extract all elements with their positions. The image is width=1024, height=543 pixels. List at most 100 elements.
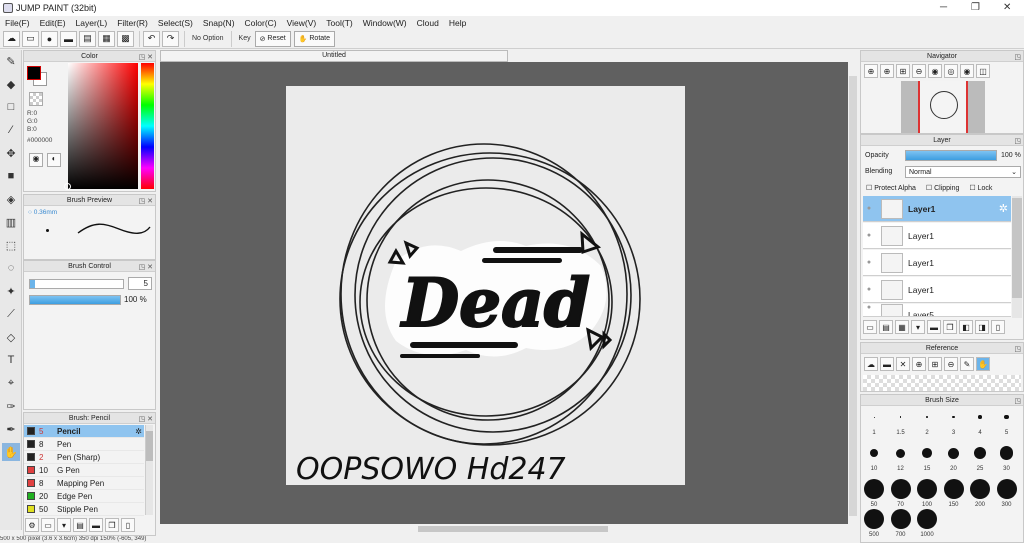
palette-icon[interactable]: ◉ (29, 153, 43, 167)
brush-item-g-pen[interactable]: 10 G Pen (24, 464, 144, 477)
menu-cloud[interactable]: Cloud (412, 18, 444, 28)
brush-size-preset[interactable] (948, 447, 959, 459)
brush-opacity-slider[interactable] (29, 295, 121, 305)
menu-filter[interactable]: Filter(R) (112, 18, 153, 28)
brush-size-preset[interactable] (952, 415, 955, 419)
speech-icon[interactable]: ● (41, 30, 58, 47)
pen-tool-icon[interactable]: ✒ (2, 420, 20, 438)
reference-open-icon[interactable]: ▬ (880, 357, 894, 371)
new-layer-3-icon[interactable]: ▦ (895, 320, 909, 334)
reference-cloud-icon[interactable]: ☁ (864, 357, 878, 371)
bucket-tool-icon[interactable]: ◈ (2, 190, 20, 208)
pages-icon[interactable]: ▦ (98, 30, 115, 47)
reference-zoom-in-icon[interactable]: ⊕ (912, 357, 926, 371)
panel-buttons-icon[interactable]: ◳ ✕ (139, 52, 153, 63)
move-tool-icon[interactable]: ✥ (2, 144, 20, 162)
scroll-thumb[interactable] (146, 431, 153, 461)
brush-item-pen-sharp[interactable]: 2 Pen (Sharp) (24, 451, 144, 464)
maximize-button[interactable]: ❐ (971, 2, 980, 13)
panel-buttons-icon[interactable]: ◳ (1014, 136, 1021, 147)
fill-rect-tool-icon[interactable]: ■ (2, 167, 20, 185)
gear-icon[interactable]: ✲ (135, 427, 142, 436)
reset-button[interactable]: ⊘ Reset (254, 30, 291, 47)
zoom-in-icon[interactable]: ⊕ (880, 64, 894, 78)
layer-menu-icon[interactable]: ▾ (911, 320, 925, 334)
brush-size-preset[interactable] (917, 509, 937, 529)
duplicate-layer-icon[interactable]: ❐ (943, 320, 957, 334)
panel-buttons-icon[interactable]: ◳ ✕ (139, 262, 153, 273)
gear-icon[interactable]: ✲ (999, 202, 1008, 215)
menu-layer[interactable]: Layer(L) (71, 18, 113, 28)
transparent-color-swatch[interactable] (29, 92, 43, 106)
layer-opacity-slider[interactable] (905, 150, 997, 161)
menu-window[interactable]: Window(W) (358, 18, 412, 28)
new-file-icon[interactable]: ▭ (22, 30, 39, 47)
panel-buttons-icon[interactable]: ◳ ✕ (139, 196, 153, 207)
dropper-icon[interactable]: ◐ (47, 153, 61, 167)
visibility-icon[interactable]: ● (863, 205, 875, 212)
menu-select[interactable]: Select(S) (153, 18, 198, 28)
blending-select[interactable]: Normal ⌄ (905, 166, 1021, 178)
brush-folder-icon[interactable]: ▬ (89, 518, 103, 532)
close-button[interactable]: ✕ (1003, 2, 1011, 13)
brush-tool-icon[interactable]: ✎ (2, 52, 20, 70)
protect-alpha-checkbox[interactable]: ☐ Protect Alpha (866, 184, 916, 192)
vector-tool-icon[interactable]: ⌖ (2, 374, 20, 392)
new-brush-icon[interactable]: ▭ (41, 518, 55, 532)
brush-duplicate-icon[interactable]: ❐ (105, 518, 119, 532)
grid-icon[interactable]: ▩ (117, 30, 134, 47)
rotate-right-icon[interactable]: ◉ (960, 64, 974, 78)
color-picker-handle[interactable] (64, 183, 71, 190)
brush-size-input[interactable]: 5 (128, 277, 152, 290)
brush-item-mapping-pen[interactable]: 8 Mapping Pen (24, 477, 144, 490)
reference-zoom-fit-icon[interactable]: ⊞ (928, 357, 942, 371)
layer-row[interactable]: ● Layer1 (863, 277, 1011, 303)
eyedropper-tool-icon[interactable]: ✑ (2, 397, 20, 415)
canvas-tab[interactable]: Untitled (160, 50, 508, 62)
brush-size-preset[interactable] (996, 479, 1017, 499)
reference-area[interactable] (863, 375, 1021, 391)
new-layer-2-icon[interactable]: ▤ (879, 320, 893, 334)
menu-color[interactable]: Color(C) (240, 18, 282, 28)
menu-tool[interactable]: Tool(T) (321, 18, 357, 28)
rotate-button[interactable]: ✋ Rotate (293, 30, 335, 47)
text-tool-icon[interactable]: T (2, 351, 20, 369)
brush-item-pencil[interactable]: 5 Pencil ✲ (24, 425, 144, 438)
merge-layer-icon[interactable]: ◧ (959, 320, 973, 334)
menu-edit[interactable]: Edit(E) (35, 18, 71, 28)
select-pen-tool-icon[interactable]: ⟋ (2, 305, 20, 323)
menu-snap[interactable]: Snap(N) (198, 18, 240, 28)
hand-tool-icon[interactable]: ✋ (2, 443, 20, 461)
visibility-icon[interactable]: ● (863, 304, 875, 311)
brush-size-preset[interactable] (926, 416, 928, 418)
layer-row[interactable]: ● Layer1 (863, 223, 1011, 249)
clipping-checkbox[interactable]: ☐ Clipping (926, 184, 960, 192)
brush-item-edge-pen[interactable]: 20 Edge Pen (24, 490, 144, 503)
brush-item-stipple-pen[interactable]: 50 Stipple Pen (24, 503, 144, 516)
page-icon[interactable]: ▤ (79, 30, 96, 47)
scroll-thumb[interactable] (418, 526, 608, 532)
flip-icon[interactable]: ◫ (976, 64, 990, 78)
brush-size-preset[interactable] (922, 448, 932, 458)
rotate-left-icon[interactable]: ◉ (928, 64, 942, 78)
zoom-actual-icon[interactable]: ⊞ (896, 64, 910, 78)
brush-size-preset[interactable] (890, 509, 911, 529)
layer-folder-icon[interactable]: ▬ (927, 320, 941, 334)
layout-icon[interactable]: ▬ (60, 30, 77, 47)
drawing-canvas[interactable]: Dead OOPSOWO Hd247 (286, 86, 685, 487)
copy-brush-icon[interactable]: ▤ (73, 518, 87, 532)
panel-buttons-icon[interactable]: ◳ (1014, 52, 1021, 63)
brush-size-preset[interactable] (943, 479, 964, 499)
magic-wand-tool-icon[interactable]: ✦ (2, 282, 20, 300)
layer-row[interactable]: ● Layer1 (863, 250, 1011, 276)
layer-row[interactable]: ● Layer5 (863, 304, 1011, 317)
menu-view[interactable]: View(V) (282, 18, 322, 28)
brush-size-preset[interactable] (1004, 414, 1009, 420)
brush-size-preset[interactable] (973, 446, 987, 460)
brush-settings-icon[interactable]: ⚙ (25, 518, 39, 532)
brush-size-preset[interactable] (864, 479, 884, 499)
delete-layer-icon[interactable]: ▯ (991, 320, 1005, 334)
menu-file[interactable]: File(F) (0, 18, 35, 28)
brush-menu-icon[interactable]: ▾ (57, 518, 71, 532)
hue-slider[interactable] (141, 63, 154, 189)
